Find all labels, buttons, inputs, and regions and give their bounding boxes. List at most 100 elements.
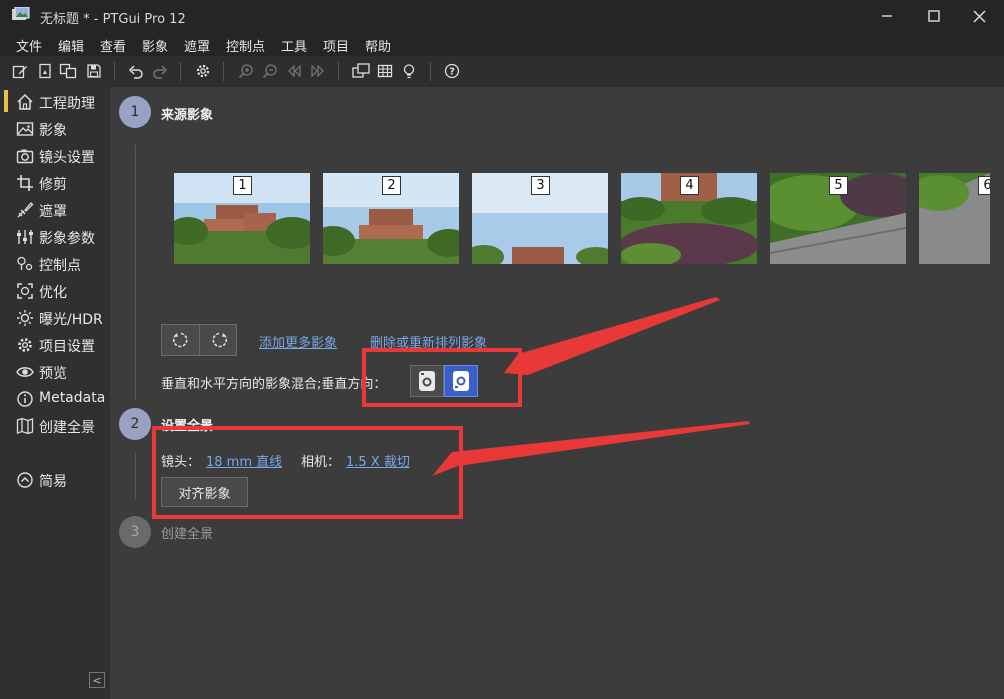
add-more-images-link[interactable]: 添加更多影象 [259,332,337,351]
close-button[interactable] [956,0,1002,32]
window-title: 无标题 * - PTGui Pro 12 [40,12,186,27]
thumbnail-number: 2 [382,176,401,195]
sidebar-item-project-assistant[interactable]: 工程助理 [0,88,110,115]
sidebar-collapse-button[interactable]: < [89,672,105,688]
undo-icon [128,65,143,79]
sidebar-item-preview[interactable]: 预览 [0,358,110,385]
chevron-up-circle-icon [17,472,33,488]
menu-tools[interactable]: 工具 [281,36,307,55]
open-button[interactable] [58,61,78,81]
annotation-box-setup [152,426,463,519]
table-button[interactable] [375,61,395,81]
table-icon [377,64,393,78]
step-1-circle: 1 [119,96,151,128]
menu-control-points[interactable]: 控制点 [226,36,265,55]
rotate-right-button[interactable] [200,325,237,355]
svg-text:?: ? [449,67,455,78]
image-thumbnail[interactable]: 2 [323,173,459,264]
rotate-right-icon [212,332,227,348]
sidebar-item-label: 影象参数 [39,231,95,247]
settings-button[interactable] [193,61,213,81]
maximize-icon [928,10,940,22]
new-project-button[interactable] [35,61,55,81]
sidebar-item-create-panorama[interactable]: 创建全景 [0,412,110,439]
image-icon [16,122,34,136]
thumbnail-number: 6 [978,176,990,195]
redo-button[interactable] [150,61,170,81]
prev-button[interactable] [284,61,304,81]
step-3-circle: 3 [119,516,151,548]
image-thumbnail[interactable]: 1 [174,173,310,264]
panorama-editor-button[interactable] [351,61,371,81]
sidebar-item-label: 遮罩 [39,204,67,220]
rotate-button-group [161,324,237,356]
gear-icon [18,338,32,352]
menu-mask[interactable]: 遮罩 [184,36,210,55]
menu-view[interactable]: 查看 [100,36,126,55]
thumbnail-number: 4 [680,176,699,195]
sidebar-item-lens-settings[interactable]: 镜头设置 [0,142,110,169]
image-thumbnail[interactable]: 5 [770,173,906,264]
menu-file[interactable]: 文件 [16,36,42,55]
sidebar-item-project-settings[interactable]: 项目设置 [0,331,110,358]
open-icon [59,63,77,79]
sidebar-item-mask[interactable]: 遮罩 [0,196,110,223]
menu-edit[interactable]: 编辑 [58,36,84,55]
redo-icon [153,65,168,79]
optimize-icon [17,283,33,299]
maximize-button[interactable] [911,0,957,32]
menu-help[interactable]: 帮助 [365,36,391,55]
menu-images[interactable]: 影象 [142,36,168,55]
sidebar-item-label: 曝光/HDR [39,312,103,328]
sidebar: 工程助理 影象 镜头设置 修剪 遮罩 影象参数 控制点 优化 曝光/HDR 项目… [0,87,110,699]
home-icon [17,93,33,110]
undo-button[interactable] [126,61,146,81]
crop-icon [17,175,33,191]
close-icon [972,9,986,23]
sidebar-item-image-parameters[interactable]: 影象参数 [0,223,110,250]
sidebar-item-metadata[interactable]: Metadata [0,385,110,412]
menu-project[interactable]: 项目 [323,36,349,55]
sidebar-simple-label: 简易 [39,474,67,490]
settings-icon [196,64,210,78]
brush-icon [17,202,34,218]
zoom-in-icon [238,64,253,79]
sun-icon [17,310,33,326]
sidebar-item-label: 镜头设置 [39,150,95,166]
zoom-out-icon [262,64,277,79]
prev-icon [288,64,301,78]
sidebar-item-crop[interactable]: 修剪 [0,169,110,196]
help-button[interactable]: ? [442,61,462,81]
save-button[interactable] [84,61,104,81]
sidebar-item-label: 创建全景 [39,420,95,436]
zoom-out-button[interactable] [260,61,280,81]
sidebar-item-label: 影象 [39,123,67,139]
map-icon [16,417,34,435]
image-thumbnail[interactable]: 3 [472,173,608,264]
eye-icon [16,367,34,377]
sidebar-item-label: Metadata [39,390,106,406]
bulb-button[interactable] [399,61,419,81]
next-button[interactable] [308,61,328,81]
sidebar-item-label: 项目设置 [39,339,95,355]
sidebar-item-exposure-hdr[interactable]: 曝光/HDR [0,304,110,331]
sidebar-item-images[interactable]: 影象 [0,115,110,142]
edit-button[interactable] [10,61,30,81]
zoom-in-button[interactable] [236,61,256,81]
rotate-left-button[interactable] [162,325,199,355]
step-3-title: 创建全景 [161,527,214,542]
sidebar-item-label: 控制点 [39,258,81,274]
image-thumbnail[interactable]: 4 [621,173,757,264]
camera-icon [16,149,34,164]
info-icon [17,391,33,407]
step-2-circle: 2 [119,408,151,440]
app-icon [12,7,30,20]
image-thumbnail[interactable]: 6 [919,173,990,264]
thumbnail-number: 5 [829,176,848,195]
menu-bar: 文件 编辑 查看 影象 遮罩 控制点 工具 项目 帮助 [0,32,1004,56]
sidebar-item-optimize[interactable]: 优化 [0,277,110,304]
sidebar-item-simple[interactable]: 简易 [0,466,110,493]
bulb-icon [403,64,415,79]
sidebar-item-control-points[interactable]: 控制点 [0,250,110,277]
minimize-button[interactable] [864,0,910,32]
